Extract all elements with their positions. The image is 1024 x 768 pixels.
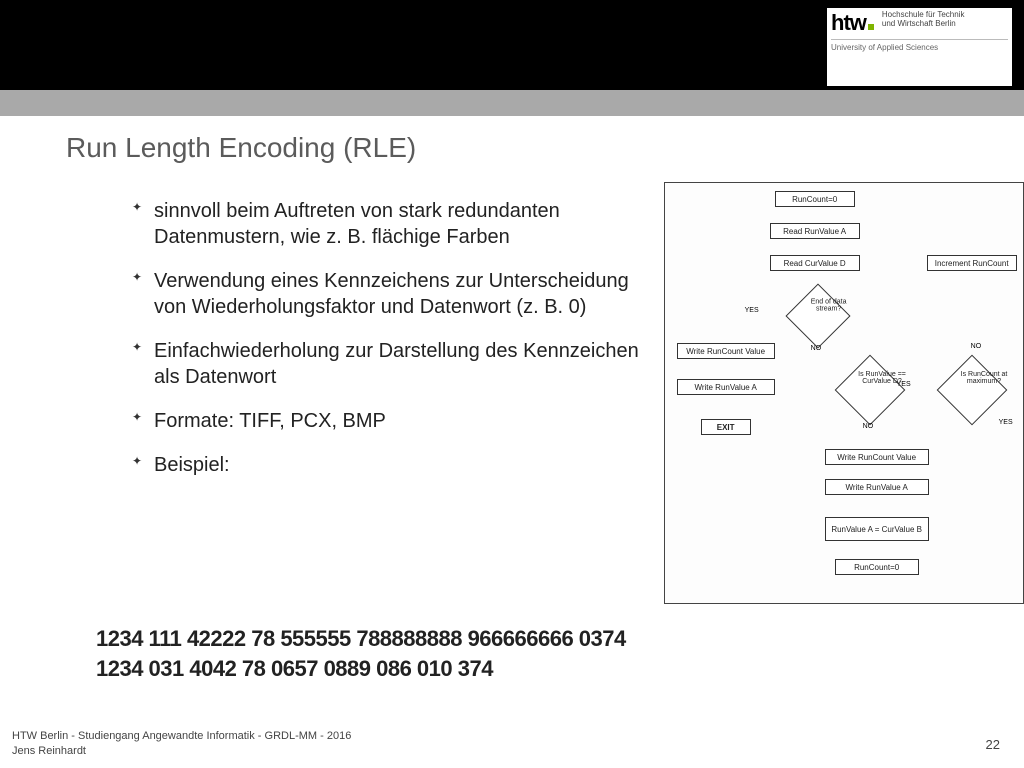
bullet-list: sinnvoll beim Auftreten von stark redund…	[96, 198, 654, 496]
fc-label-yes: YES	[897, 381, 911, 388]
example-line2: 1234 031 4042 78 0657 0889 086 010 374	[96, 656, 1024, 682]
fc-node: Write RunCount Value	[677, 343, 775, 359]
fc-node: RunValue A = CurValue B	[825, 517, 929, 541]
top-black-bar: htw Hochschule für Technik und Wirtschaf…	[0, 0, 1024, 90]
gray-bar	[0, 90, 1024, 116]
fc-decision: Is RunValue == CurValue D?	[834, 355, 905, 426]
fc-label-yes: YES	[745, 307, 759, 314]
logo-text: Hochschule für Technik und Wirtschaft Be…	[882, 10, 965, 28]
list-item: Einfachwiederholung zur Darstellung des …	[136, 338, 654, 390]
logo-divider	[831, 39, 1008, 40]
list-item: Verwendung eines Kennzeichens zur Unters…	[136, 268, 654, 320]
slide-title: Run Length Encoding (RLE)	[66, 132, 1024, 164]
list-item: Beispiel:	[136, 452, 654, 478]
fc-label-yes: YES	[999, 419, 1013, 426]
logo-dot-icon	[868, 24, 874, 30]
fc-node: Read CurValue D	[770, 255, 860, 271]
fc-node: RunCount=0	[775, 191, 855, 207]
flowchart-diagram: RunCount=0 Read RunValue A Read CurValue…	[664, 182, 1024, 604]
fc-label-no: NO	[863, 423, 874, 430]
fc-label-no: NO	[811, 345, 822, 352]
logo-mark: htw	[831, 10, 874, 36]
fc-node: Write RunCount Value	[825, 449, 929, 465]
example-block: 1234 111 42222 78 555555 788888888 96666…	[96, 626, 1024, 682]
footer: HTW Berlin - Studiengang Angewandte Info…	[12, 729, 351, 758]
logo-subtitle: University of Applied Sciences	[831, 43, 1008, 52]
footer-line2: Jens Reinhardt	[12, 744, 351, 758]
footer-line1: HTW Berlin - Studiengang Angewandte Info…	[12, 729, 351, 743]
list-item: Formate: TIFF, PCX, BMP	[136, 408, 654, 434]
example-line1: 1234 111 42222 78 555555 788888888 96666…	[96, 626, 1024, 652]
logo-block: htw Hochschule für Technik und Wirtschaf…	[827, 8, 1012, 86]
fc-node: Write RunValue A	[825, 479, 929, 495]
fc-node: Read RunValue A	[770, 223, 860, 239]
fc-label-no: NO	[971, 343, 982, 350]
fc-node: Increment RunCount	[927, 255, 1017, 271]
list-item: sinnvoll beim Auftreten von stark redund…	[136, 198, 654, 250]
fc-node: RunCount=0	[835, 559, 919, 575]
page-number: 22	[986, 737, 1000, 752]
fc-node-exit: EXIT	[701, 419, 751, 435]
fc-node: Write RunValue A	[677, 379, 775, 395]
fc-decision: End of data stream?	[785, 283, 850, 348]
fc-decision: Is RunCount at maximum?	[936, 355, 1007, 426]
